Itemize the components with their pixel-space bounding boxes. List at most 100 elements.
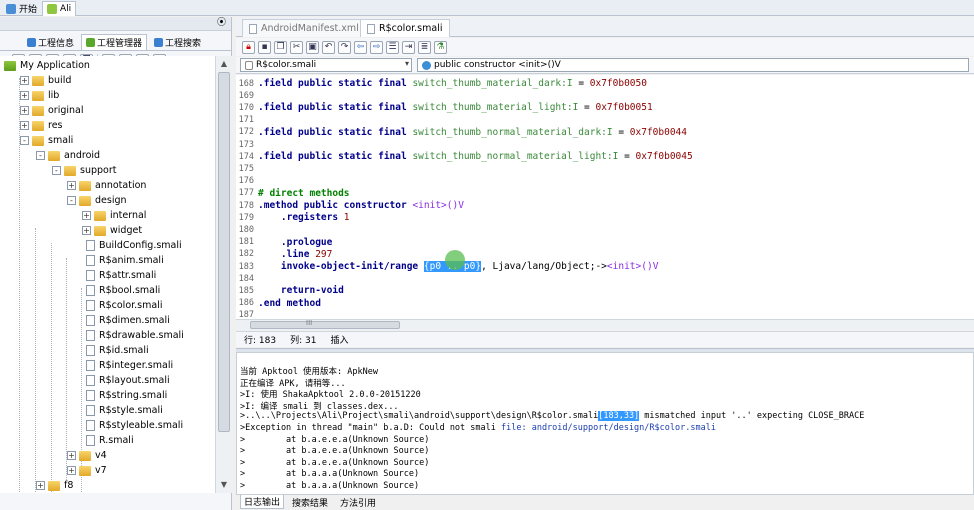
save-icon[interactable]: ▪ <box>258 40 271 54</box>
tree-folder-item[interactable]: - support <box>52 163 116 178</box>
code-line[interactable]: 168 .field public static final switch_thu… <box>236 77 647 90</box>
tree-scrollbar[interactable]: ▲ ▼ <box>215 56 232 493</box>
redo-icon[interactable]: ↷ <box>338 40 351 54</box>
code-line[interactable]: 176 <box>236 175 258 188</box>
tree-folder-item[interactable]: - design <box>67 193 127 208</box>
tab-android-manifest[interactable]: AndroidManifest.xml <box>242 19 366 37</box>
expand-icon[interactable]: + <box>20 106 29 115</box>
code-line[interactable]: 169 <box>236 89 258 102</box>
editor-horizontal-scrollbar[interactable]: III <box>236 319 974 330</box>
tree-folder-item[interactable]: + widget <box>82 223 142 238</box>
collapse-icon[interactable]: - <box>67 196 76 205</box>
app-tab-home[interactable]: 开始 <box>2 1 41 16</box>
code-line[interactable]: 173 <box>236 138 258 151</box>
collapse-icon[interactable]: - <box>52 166 61 175</box>
tree-folder-item[interactable]: + res <box>20 118 63 133</box>
tree-file-item[interactable]: R$attr.smali <box>82 268 156 283</box>
collapse-icon[interactable]: - <box>20 136 29 145</box>
log-tab[interactable]: 方法引用 <box>336 495 380 509</box>
tab-project-manager[interactable]: 工程管理器 <box>81 34 148 50</box>
tree-file-item[interactable]: R.smali <box>82 433 134 448</box>
tree-file-item[interactable]: R$layout.smali <box>82 373 170 388</box>
forward-icon[interactable]: ⇨ <box>370 40 383 54</box>
code-line[interactable]: 185 return-void <box>236 284 344 297</box>
tree-folder-item[interactable]: + build <box>20 73 71 88</box>
tree-folder-item[interactable]: + lib <box>20 88 59 103</box>
code-line[interactable]: 180 <box>236 223 258 236</box>
copy-icon[interactable]: ❐ <box>274 40 287 54</box>
tree-folder-item[interactable]: - smali <box>20 133 73 148</box>
tree-file-item[interactable]: R$string.smali <box>82 388 167 403</box>
format-icon[interactable]: ☰ <box>386 40 399 54</box>
tree-folder-item[interactable]: + f8 <box>36 478 73 493</box>
expand-icon[interactable]: + <box>20 91 29 100</box>
code-line[interactable]: 170 .field public static final switch_thu… <box>236 101 653 114</box>
code-line[interactable]: 182 .line 297 <box>236 248 333 261</box>
app-tab-ali[interactable]: Ali <box>42 1 77 16</box>
code-line[interactable]: 171 <box>236 114 258 127</box>
code-line[interactable]: 179 .registers 1 <box>236 211 350 224</box>
tree-file-item[interactable]: BuildConfig.smali <box>82 238 182 253</box>
indent-icon[interactable]: ⇥ <box>402 40 415 54</box>
pin-icon[interactable]: ⦿ <box>216 18 227 29</box>
expand-icon[interactable]: + <box>20 76 29 85</box>
file-combo[interactable]: R$color.smali ▾ <box>240 58 412 72</box>
expand-icon[interactable]: + <box>67 466 76 475</box>
tree-file-item[interactable]: R$styleable.smali <box>82 418 183 433</box>
tree-file-item[interactable]: R$integer.smali <box>82 358 173 373</box>
tab-project-search[interactable]: 工程搜索 <box>149 34 206 50</box>
log-file-link[interactable]: file: android/support/design/R$color.sma… <box>501 423 716 433</box>
tree-file-item[interactable]: R$anim.smali <box>82 253 164 268</box>
paste-icon[interactable]: ▣ <box>306 40 319 54</box>
code-line[interactable]: 187 <box>236 309 258 319</box>
scrollbar-thumb[interactable] <box>218 72 230 432</box>
undo-icon[interactable]: ↶ <box>322 40 335 54</box>
tab-project-info[interactable]: 工程信息 <box>22 34 79 50</box>
tree-folder-item[interactable]: + original <box>20 103 84 118</box>
tree-folder-item[interactable]: My Application <box>4 58 90 73</box>
expand-icon[interactable]: + <box>82 226 91 235</box>
expand-icon[interactable]: + <box>82 211 91 220</box>
code-line[interactable]: 184 <box>236 272 258 285</box>
scrollbar-thumb[interactable] <box>250 321 400 329</box>
expand-icon[interactable]: + <box>20 121 29 130</box>
member-combo[interactable]: public constructor <init>()V <box>417 58 969 72</box>
tree-folder-item[interactable]: + internal <box>82 208 146 223</box>
lock-icon[interactable]: 🔒︎ <box>242 40 255 54</box>
log-text: mismatched input '..' expecting CLOSE_BR… <box>639 411 865 422</box>
scroll-down-icon[interactable]: ▼ <box>218 479 230 491</box>
code-line[interactable]: 181 .prologue <box>236 236 333 249</box>
tree-file-item[interactable]: R$style.smali <box>82 403 163 418</box>
code-line[interactable]: 175 <box>236 162 258 175</box>
code-editor[interactable]: 168 .field public static final switch_thu… <box>236 75 974 319</box>
code-line[interactable]: 172 .field public static final switch_thu… <box>236 126 687 139</box>
tree-file-item[interactable]: R$id.smali <box>82 343 149 358</box>
tree-folder-item[interactable]: - android <box>36 148 100 163</box>
expand-icon[interactable]: + <box>67 181 76 190</box>
comment-icon[interactable]: ≣ <box>418 40 431 54</box>
code-line[interactable]: 174 .field public static final switch_thu… <box>236 150 693 163</box>
code-line[interactable]: 186 .end method <box>236 297 321 310</box>
collapse-icon[interactable]: - <box>36 151 45 160</box>
log-output[interactable]: 当前 Apktool 使用版本: ApkNew 正在编译 APK, 请稍等... >… <box>236 352 974 495</box>
tree-folder-item[interactable]: + v4 <box>67 448 107 463</box>
tree-folder-item[interactable]: + v7 <box>67 463 107 478</box>
tree-guide <box>66 258 67 480</box>
code-line[interactable]: 178 .method public constructor <init> ()V <box>236 199 464 212</box>
scroll-up-icon[interactable]: ▲ <box>218 58 230 70</box>
log-tab[interactable]: 搜索结果 <box>288 495 332 509</box>
folder-icon <box>79 450 91 461</box>
back-icon[interactable]: ⇦ <box>354 40 367 54</box>
tree-file-item[interactable]: R$dimen.smali <box>82 313 170 328</box>
cut-icon[interactable]: ✂ <box>290 40 303 54</box>
tab-r-color-smali[interactable]: R$color.smali <box>360 19 450 37</box>
expand-icon[interactable]: + <box>67 451 76 460</box>
code-line[interactable]: 177 # direct methods <box>236 187 350 200</box>
log-tab[interactable]: 日志输出 <box>240 495 285 509</box>
tree-file-item[interactable]: R$drawable.smali <box>82 328 184 343</box>
tree-folder-item[interactable]: + annotation <box>67 178 146 193</box>
tree-file-item[interactable]: R$color.smali <box>82 298 163 313</box>
build-icon[interactable]: ⚗ <box>434 40 447 54</box>
expand-icon[interactable]: + <box>36 481 45 490</box>
tree-file-item[interactable]: R$bool.smali <box>82 283 160 298</box>
